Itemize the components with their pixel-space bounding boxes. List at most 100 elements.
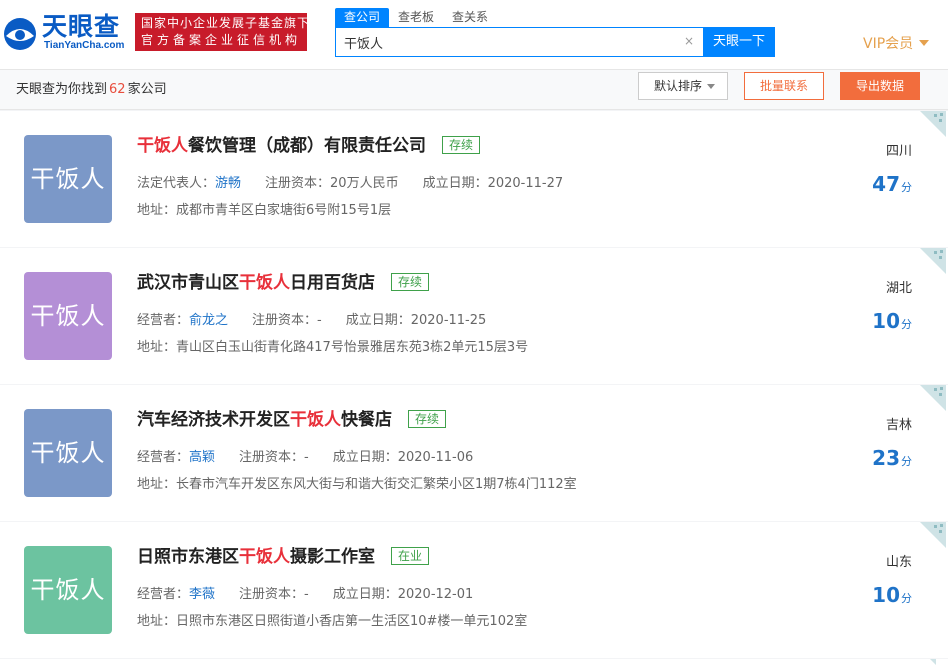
- company-name-highlight: 干饭人: [239, 273, 290, 293]
- status-badge: 存续: [408, 410, 447, 428]
- sort-label: 默认排序: [654, 79, 703, 93]
- score-value: 10: [872, 309, 900, 333]
- company-avatar[interactable]: 干饭人: [24, 546, 112, 634]
- qr-corner-icon[interactable]: [920, 111, 946, 137]
- tab-search-boss[interactable]: 查老板: [389, 8, 443, 27]
- status-badge: 存续: [391, 273, 430, 291]
- result-count: 62: [109, 82, 126, 97]
- company-score: 23分: [872, 446, 912, 470]
- company-name-highlight: 干饭人: [290, 410, 341, 430]
- company-avatar[interactable]: 干饭人: [24, 272, 112, 360]
- person-label: 经营者：: [137, 313, 190, 328]
- company-address: 地址：青山区白玉山街青化路417号怡景雅居东苑3栋2单元15层3号: [137, 340, 529, 355]
- tab-search-company[interactable]: 查公司: [335, 8, 390, 27]
- company-name-suffix: 摄影工作室: [290, 547, 375, 567]
- registered-capital: 注册资本：-: [239, 587, 309, 602]
- sort-dropdown[interactable]: 默认排序: [638, 72, 728, 100]
- search-tabs: 查公司 查老板 查关系: [335, 8, 497, 27]
- score-unit: 分: [901, 592, 912, 605]
- company-avatar[interactable]: 干饭人: [24, 409, 112, 497]
- eye-logo-icon: [4, 18, 36, 50]
- founding-date: 成立日期：2020-11-25: [345, 313, 487, 328]
- result-suffix: 家公司: [127, 82, 167, 97]
- province: 山东: [885, 555, 912, 570]
- company-avatar[interactable]: 干饭人: [24, 135, 112, 223]
- search-button[interactable]: 天眼一下: [703, 27, 775, 57]
- person-link[interactable]: 俞龙之: [189, 313, 228, 328]
- company-name[interactable]: 汽车经济技术开发区干饭人快餐店 存续: [137, 409, 447, 431]
- registered-capital: 注册资本：-: [252, 313, 322, 328]
- logo-subtitle: TianYanCha.com: [44, 40, 125, 51]
- company-address: 地址：长春市汽车开发区东风大街与和谐大街交汇繁荣小区1期7栋4门112室: [137, 477, 577, 492]
- company-name-suffix: 快餐店: [341, 410, 392, 430]
- company-name-prefix: 日照市东港区: [137, 547, 239, 567]
- company-name[interactable]: 日照市东港区干饭人摄影工作室 在业: [137, 546, 430, 568]
- company-name-suffix: 餐饮管理（成都）有限责任公司: [188, 136, 426, 156]
- caret-down-icon: [919, 40, 930, 46]
- province: 四川: [885, 144, 912, 159]
- company-name-suffix: 日用百货店: [290, 273, 375, 293]
- score-value: 10: [872, 583, 900, 607]
- company-name-prefix: 武汉市青山区: [137, 273, 239, 293]
- company-meta: 经营者：俞龙之 注册资本：- 成立日期：2020-11-25: [137, 309, 486, 328]
- caret-down-icon: [707, 84, 715, 89]
- person-link[interactable]: 游畅: [215, 176, 241, 191]
- clear-icon[interactable]: ×: [682, 34, 696, 48]
- person-label: 经营者：: [137, 587, 190, 602]
- batch-contact-button[interactable]: 批量联系: [744, 72, 824, 100]
- search-input[interactable]: [336, 28, 676, 56]
- person-link[interactable]: 李薇: [189, 587, 215, 602]
- person-link[interactable]: 高颖: [189, 450, 215, 465]
- company-name-prefix: 汽车经济技术开发区: [137, 410, 290, 430]
- score-value: 23: [872, 446, 900, 470]
- result-summary: 天眼查为你找到 62 家公司: [16, 78, 167, 97]
- score-unit: 分: [901, 318, 912, 331]
- company-meta: 经营者：高颖 注册资本：- 成立日期：2020-11-06: [137, 446, 473, 465]
- result-card[interactable]: 干饭人 武汉市青山区干饭人日用百货店 存续 经营者：俞龙之 注册资本：- 成立日期：2…: [0, 248, 948, 384]
- qr-corner-icon[interactable]: [920, 659, 946, 665]
- result-toolbar: 天眼查为你找到 62 家公司 默认排序 批量联系 导出数据: [0, 70, 948, 110]
- company-score: 10分: [872, 583, 912, 607]
- result-card[interactable]: 干饭人 干饭人餐饮管理（成都）有限责任公司 存续 法定代表人：游畅 注册资本：20万…: [0, 111, 948, 247]
- vip-menu[interactable]: VIP会员: [863, 33, 930, 53]
- company-name-highlight: 干饭人: [239, 547, 290, 567]
- company-name-highlight: 干饭人: [137, 136, 188, 156]
- result-card[interactable]: 干饭人 汽车经济技术开发区干饭人快餐店 存续 经营者：高颖 注册资本：- 成立日期：2…: [0, 385, 948, 521]
- person-label: 法定代表人：: [137, 176, 216, 191]
- search-box: × 天眼一下: [335, 27, 775, 57]
- company-meta: 经营者：李薇 注册资本：- 成立日期：2020-12-01: [137, 583, 473, 602]
- company-meta: 法定代表人：游畅 注册资本：20万人民币 成立日期：2020-11-27: [137, 172, 563, 191]
- badge-line-2: 官方备案企业征信机构: [141, 33, 302, 47]
- company-name[interactable]: 干饭人餐饮管理（成都）有限责任公司 存续: [137, 135, 481, 157]
- logo-title: 天眼查: [42, 12, 121, 41]
- company-address: 地址：成都市青羊区白家塘街6号附15号1层: [137, 203, 392, 218]
- registered-capital: 注册资本：-: [239, 450, 309, 465]
- province: 湖北: [885, 281, 912, 296]
- registered-capital: 注册资本：20万人民币: [265, 176, 399, 191]
- qr-corner-icon[interactable]: [920, 522, 946, 548]
- founding-date: 成立日期：2020-11-27: [422, 176, 564, 191]
- official-badge: 国家中小企业发展子基金旗下 官方备案企业征信机构: [135, 13, 311, 51]
- company-address: 地址：日照市东港区日照街道小香店第一生活区10#楼一单元102室: [137, 614, 528, 629]
- result-card[interactable]: 干饭人 日照市东港区干饭人摄影工作室 在业 经营者：李薇 注册资本：- 成立日期：20…: [0, 522, 948, 658]
- founding-date: 成立日期：2020-11-06: [332, 450, 474, 465]
- site-logo[interactable]: 天眼查 TianYanCha.com: [2, 12, 127, 54]
- score-unit: 分: [901, 181, 912, 194]
- company-score: 47分: [872, 172, 912, 196]
- tab-search-relation[interactable]: 查关系: [443, 8, 497, 27]
- province: 吉林: [885, 418, 912, 433]
- top-header: 天眼查 TianYanCha.com 国家中小企业发展子基金旗下 官方备案企业征…: [0, 0, 948, 70]
- export-data-button[interactable]: 导出数据: [840, 72, 920, 100]
- founding-date: 成立日期：2020-12-01: [332, 587, 474, 602]
- badge-line-1: 国家中小企业发展子基金旗下: [141, 16, 311, 30]
- company-score: 10分: [872, 309, 912, 333]
- score-value: 47: [872, 172, 900, 196]
- status-badge: 在业: [391, 547, 430, 565]
- company-name[interactable]: 武汉市青山区干饭人日用百货店 存续: [137, 272, 430, 294]
- result-prefix: 天眼查为你找到: [16, 82, 108, 97]
- result-card-partial[interactable]: [0, 659, 948, 665]
- qr-corner-icon[interactable]: [920, 385, 946, 411]
- qr-corner-icon[interactable]: [920, 248, 946, 274]
- person-label: 经营者：: [137, 450, 190, 465]
- score-unit: 分: [901, 455, 912, 468]
